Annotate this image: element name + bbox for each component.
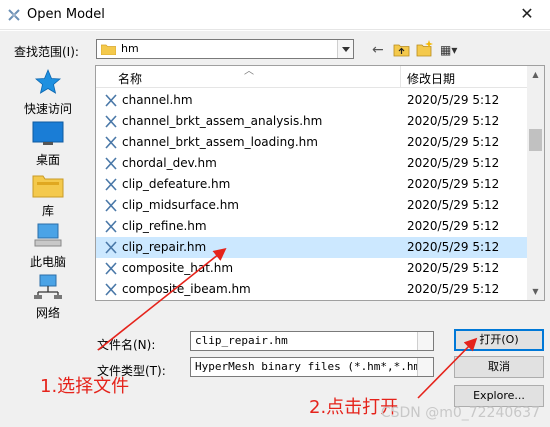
place-label: 快速访问	[23, 102, 72, 116]
file-row[interactable]: chordal_dev.hm 2020/5/29 5:12	[96, 153, 528, 174]
file-name: clip_repair.hm	[122, 240, 207, 254]
hm-file-icon	[105, 283, 117, 296]
place-quick-access[interactable]: 快速访问	[8, 68, 88, 116]
hm-file-icon	[105, 115, 117, 128]
file-date: 2020/5/29 5:12	[407, 156, 500, 170]
open-dialog: 查找范围(I): hm ← ▦▾ 快速访问 桌面 库 此电脑 网络 ︿ 名称 修…	[0, 31, 550, 427]
scroll-thumb[interactable]	[529, 129, 542, 151]
up-folder-icon[interactable]	[393, 41, 410, 57]
file-row[interactable]: composite_ibeam.hm 2020/5/29 5:12	[96, 279, 528, 300]
hm-file-icon	[105, 178, 117, 191]
explore-button[interactable]: Explore...	[454, 385, 544, 407]
library-folder-icon	[32, 175, 64, 198]
file-list[interactable]: ︿ 名称 修改日期 channel.hm 2020/5/29 5:12 channe…	[95, 65, 545, 301]
file-row[interactable]: channel_brkt_assem_analysis.hm 2020/5/29 …	[96, 111, 528, 132]
file-date: 2020/5/29 5:12	[407, 261, 500, 275]
annotation-step1: 1.选择文件	[40, 376, 130, 397]
cancel-button[interactable]: 取消	[454, 356, 544, 378]
lookin-label: 查找范围(I):	[14, 45, 79, 59]
file-row[interactable]: clip_midsurface.hm 2020/5/29 5:12	[96, 195, 528, 216]
file-date: 2020/5/29 5:12	[407, 114, 500, 128]
filename-input[interactable]: clip_repair.hm	[190, 331, 434, 351]
file-row[interactable]: composite_hat.hm 2020/5/29 5:12	[96, 258, 528, 279]
place-library[interactable]: 库	[8, 170, 88, 218]
hm-file-icon	[105, 199, 117, 212]
place-label: 桌面	[35, 153, 60, 167]
network-icon	[34, 274, 62, 299]
sort-ascending-icon: ︿	[244, 66, 254, 77]
file-name: channel_brkt_assem_loading.hm	[122, 135, 318, 149]
file-row[interactable]: clip_refine.hm 2020/5/29 5:12	[96, 216, 528, 237]
file-date: 2020/5/29 5:12	[407, 93, 500, 107]
quick-access-star-icon	[34, 68, 62, 94]
chevron-down-icon[interactable]	[417, 332, 433, 350]
file-date: 2020/5/29 5:12	[407, 240, 500, 254]
filetype-value: HyperMesh binary files (*.hm*,*.hm)	[195, 360, 427, 373]
place-network[interactable]: 网络	[8, 272, 88, 320]
file-name: clip_defeature.hm	[122, 177, 231, 191]
folder-icon	[101, 44, 116, 55]
title-bar: Open Model ✕	[0, 0, 550, 30]
hm-file-icon	[105, 136, 117, 149]
lookin-combo[interactable]: hm	[96, 39, 354, 59]
app-icon	[8, 9, 20, 21]
open-button[interactable]: 打开(O)	[454, 329, 544, 351]
place-desktop[interactable]: 桌面	[8, 119, 88, 167]
file-name: composite_ibeam.hm	[122, 282, 251, 296]
filename-label: 文件名(N):	[97, 338, 156, 352]
back-icon[interactable]: ←	[372, 41, 384, 59]
hm-file-icon	[105, 262, 117, 275]
file-date: 2020/5/29 5:12	[407, 282, 500, 296]
list-header: ︿ 名称 修改日期	[96, 66, 528, 88]
file-row[interactable]: clip_defeature.hm 2020/5/29 5:12	[96, 174, 528, 195]
file-row[interactable]: clip_repair.hm 2020/5/29 5:12	[96, 237, 528, 258]
hm-file-icon	[105, 157, 117, 170]
view-menu-icon[interactable]: ▦▾	[440, 41, 457, 59]
file-name: clip_refine.hm	[122, 219, 207, 233]
file-date: 2020/5/29 5:12	[407, 198, 500, 212]
column-separator[interactable]	[400, 66, 401, 88]
place-this-pc[interactable]: 此电脑	[8, 221, 88, 269]
file-row[interactable]: channel_brkt_assem_loading.hm 2020/5/29 5…	[96, 132, 528, 153]
file-date: 2020/5/29 5:12	[407, 177, 500, 191]
file-name: channel.hm	[122, 93, 193, 107]
column-header-date[interactable]: 修改日期	[407, 70, 455, 87]
close-icon[interactable]: ✕	[518, 4, 536, 23]
place-label: 库	[41, 204, 54, 218]
place-label: 网络	[35, 306, 60, 320]
desktop-icon	[32, 121, 64, 145]
hm-file-icon	[105, 220, 117, 233]
scroll-up-icon[interactable]: ▲	[527, 66, 544, 83]
filename-value: clip_repair.hm	[195, 334, 288, 347]
new-folder-icon[interactable]	[416, 39, 434, 57]
file-date: 2020/5/29 5:12	[407, 135, 500, 149]
window-title: Open Model	[27, 7, 105, 22]
hm-file-icon	[105, 94, 117, 107]
watermark: CSDN @m0_72240637	[380, 405, 540, 421]
hm-file-icon	[105, 241, 117, 254]
file-name: composite_hat.hm	[122, 261, 234, 275]
file-row[interactable]: channel.hm 2020/5/29 5:12	[96, 90, 528, 111]
column-header-name[interactable]: 名称	[118, 70, 142, 87]
this-pc-icon	[34, 223, 62, 247]
file-date: 2020/5/29 5:12	[407, 219, 500, 233]
file-name: chordal_dev.hm	[122, 156, 217, 170]
lookin-value: hm	[121, 42, 139, 55]
vertical-scrollbar[interactable]: ▲ ▼	[527, 66, 544, 300]
chevron-down-icon[interactable]	[337, 40, 353, 58]
filetype-select[interactable]: HyperMesh binary files (*.hm*,*.hm)	[190, 357, 434, 377]
file-name: clip_midsurface.hm	[122, 198, 239, 212]
place-label: 此电脑	[29, 255, 66, 269]
scroll-down-icon[interactable]: ▼	[527, 283, 544, 300]
chevron-down-icon[interactable]	[417, 358, 433, 376]
file-name: channel_brkt_assem_analysis.hm	[122, 114, 323, 128]
